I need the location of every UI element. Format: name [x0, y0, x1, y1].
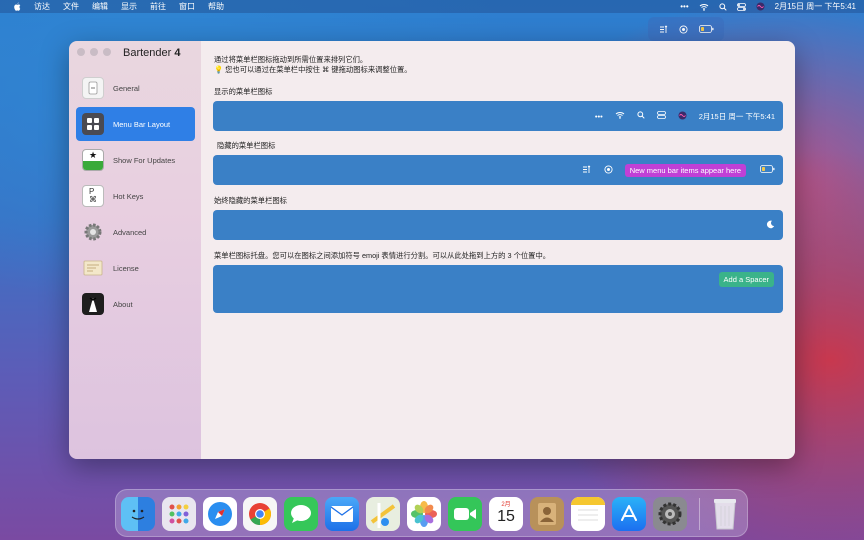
sidebar-item-advanced[interactable]: Advanced	[76, 215, 195, 249]
tray-title: 菜单栏图标托盘。您可以在图标之间添加符号 emoji 表情进行分割。可以从此处拖…	[214, 251, 551, 260]
record-icon[interactable]	[604, 164, 613, 176]
siri-icon[interactable]	[756, 2, 765, 11]
hidden-icons-bar[interactable]: New menu bar items appear here	[213, 155, 783, 185]
battery-icon[interactable]	[760, 165, 775, 175]
sidebar-item-label: About	[113, 299, 133, 309]
main-panel: 通过将菜单栏图标拖动到所需位置来排列它们。 💡 您也可以通过在菜单栏中按住 ⌘ …	[201, 41, 795, 459]
control-center-icon[interactable]	[736, 2, 746, 11]
more-dots-icon[interactable]: •••	[680, 2, 688, 11]
search-icon[interactable]	[719, 2, 727, 11]
calendar-icon[interactable]: 2月 15	[489, 497, 523, 531]
sidebar-item-hot-keys[interactable]: P ⌘ Hot Keys	[76, 179, 195, 213]
menu-go[interactable]: 前往	[150, 1, 166, 12]
shown-clock-text[interactable]: 2月15日 周一 下午5:41	[699, 111, 775, 122]
menu-edit[interactable]: 编辑	[92, 1, 108, 12]
window-controls	[77, 48, 111, 56]
menu-help[interactable]: 帮助	[208, 1, 224, 12]
menu-window[interactable]: 窗口	[179, 1, 195, 12]
zoom-button[interactable]	[103, 48, 111, 56]
moon-icon[interactable]	[766, 220, 775, 231]
clock-text[interactable]: 2月15日 周一 下午5:41	[775, 1, 856, 12]
sidebar-item-show-for-updates[interactable]: ★ Show For Updates	[76, 143, 195, 177]
add-spacer-button[interactable]: Add a Spacer	[718, 272, 774, 287]
tuxedo-icon	[82, 293, 104, 315]
arrangement-icon[interactable]	[659, 24, 669, 34]
bartender-floating-bar	[648, 17, 724, 41]
hotkeys-icon: P ⌘	[82, 185, 104, 207]
sidebar-item-general[interactable]: General	[76, 71, 195, 105]
sidebar-item-label: Show For Updates	[113, 155, 176, 165]
dock-separator	[699, 498, 700, 530]
app-version: 4	[174, 47, 181, 59]
intro-text-2-label: 您也可以通过在菜单栏中按住 ⌘ 键拖动图标来调整位置。	[225, 65, 412, 74]
hidden-icons-title: 隐藏的菜单栏图标	[217, 141, 276, 150]
launchpad-icon[interactable]	[162, 497, 196, 531]
always-hidden-bar[interactable]	[213, 210, 783, 240]
chrome-icon[interactable]	[243, 497, 277, 531]
contacts-icon[interactable]	[530, 497, 564, 531]
siri-icon[interactable]	[678, 111, 687, 122]
finder-icon[interactable]	[121, 497, 155, 531]
wifi-icon[interactable]	[699, 3, 709, 11]
menu-bar: 访达 文件 编辑 显示 前往 窗口 帮助 ••• 2月15日 周一 下午5:41	[0, 0, 864, 13]
intro-text-1: 通过将菜单栏图标拖动到所需位置来排列它们。	[214, 55, 368, 64]
calendar-month: 2月	[501, 502, 511, 508]
search-icon[interactable]	[637, 111, 645, 121]
sidebar-item-license[interactable]: License	[76, 251, 195, 285]
app-name: Bartender	[123, 47, 172, 59]
sidebar-item-label: Hot Keys	[113, 191, 144, 201]
sidebar-item-label: Menu Bar Layout	[113, 119, 171, 129]
close-button[interactable]	[77, 48, 85, 56]
mail-icon[interactable]	[325, 497, 359, 531]
new-items-pill: New menu bar items appear here	[624, 163, 746, 177]
shown-icons-bar[interactable]: ••• 2月15日 周一 下午5:41	[213, 101, 783, 131]
calendar-day: 15	[497, 508, 515, 525]
bartender-window: Bartender 4 General Menu Bar Layout ★ Sho…	[69, 41, 795, 459]
sidebar-item-label: License	[113, 263, 139, 273]
safari-icon[interactable]	[203, 497, 237, 531]
icon-tray[interactable]: Add a Spacer	[213, 265, 783, 313]
menu-file[interactable]: 文件	[63, 1, 79, 12]
sidebar: Bartender 4 General Menu Bar Layout ★ Sho…	[69, 41, 201, 459]
sidebar-item-label: General	[113, 83, 140, 93]
layout-grid-icon	[82, 113, 104, 135]
gear-icon	[82, 221, 104, 243]
record-icon[interactable]	[679, 24, 688, 34]
arrangement-icon[interactable]	[582, 164, 592, 176]
dock: 2月 15	[115, 489, 748, 537]
always-hidden-title: 始终隐藏的菜单栏图标	[214, 196, 287, 205]
sidebar-item-label: Advanced	[113, 227, 147, 237]
app-store-icon[interactable]	[612, 497, 646, 531]
star-flag-icon: ★	[82, 149, 104, 171]
battery-icon[interactable]	[698, 25, 714, 33]
shown-icons-title: 显示的菜单栏图标	[214, 87, 273, 96]
more-dots-icon[interactable]: •••	[595, 112, 603, 121]
sidebar-item-menu-bar-layout[interactable]: Menu Bar Layout	[76, 107, 195, 141]
lightbulb-icon: 💡	[214, 65, 224, 74]
notes-icon[interactable]	[571, 497, 605, 531]
photos-icon[interactable]	[407, 497, 441, 531]
intro-text-2: 💡 您也可以通过在菜单栏中按住 ⌘ 键拖动图标来调整位置。	[214, 65, 412, 75]
trash-icon[interactable]	[708, 497, 742, 531]
app-title: Bartender 4	[123, 47, 180, 59]
control-center-icon[interactable]	[656, 111, 666, 121]
system-preferences-icon[interactable]	[653, 497, 687, 531]
apple-icon[interactable]	[12, 2, 21, 11]
sidebar-item-about[interactable]: About	[76, 287, 195, 321]
menu-view[interactable]: 显示	[121, 1, 137, 12]
messages-icon[interactable]	[284, 497, 318, 531]
minimize-button[interactable]	[90, 48, 98, 56]
menu-finder[interactable]: 访达	[34, 1, 50, 12]
general-icon	[82, 77, 104, 99]
maps-icon[interactable]	[366, 497, 400, 531]
license-icon	[82, 257, 104, 279]
wifi-icon[interactable]	[615, 111, 625, 121]
facetime-icon[interactable]	[448, 497, 482, 531]
